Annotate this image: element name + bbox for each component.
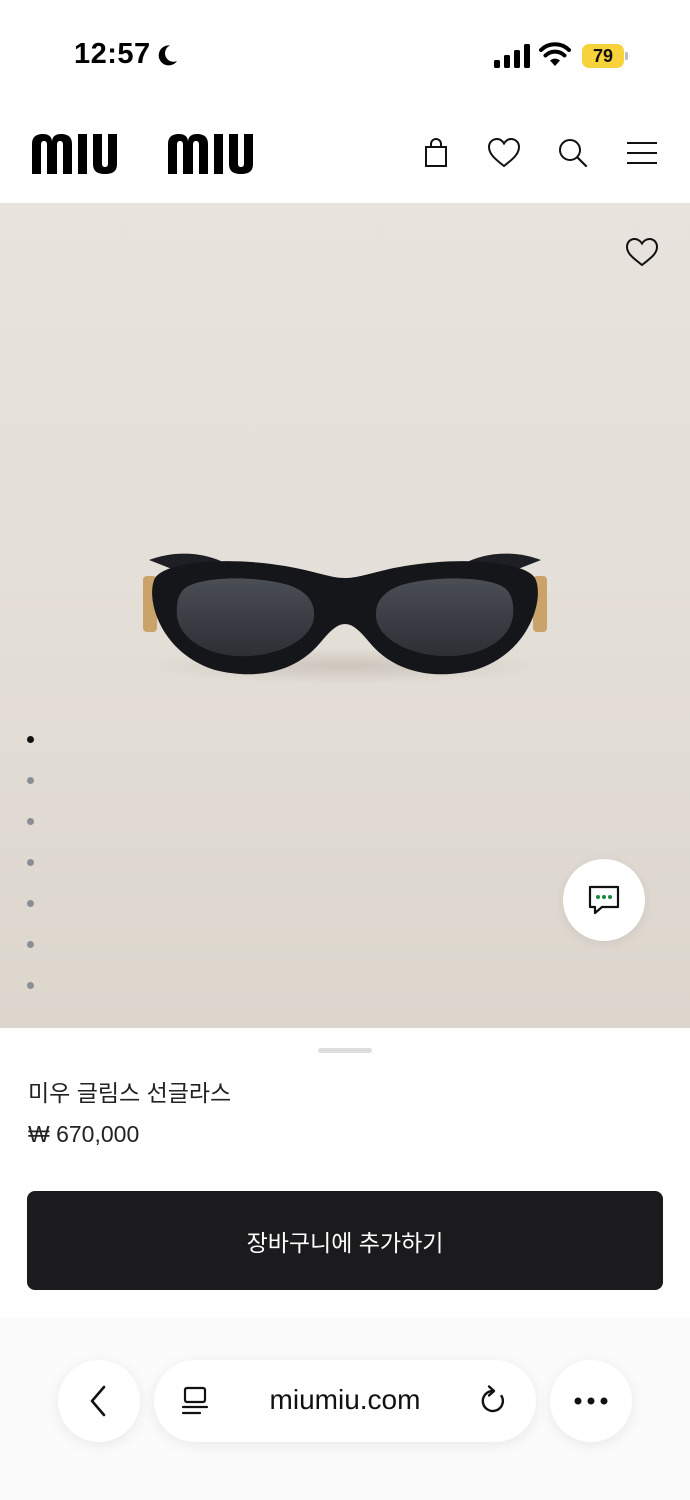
product-image-gallery[interactable] [0,203,690,1028]
more-options-button[interactable] [550,1360,632,1442]
gallery-pagination [26,736,38,1023]
moon-icon [158,45,177,66]
gallery-dot[interactable] [27,859,34,866]
chat-button[interactable] [563,859,645,941]
status-time: 12:57 [74,38,151,70]
sheet-drag-handle[interactable] [318,1048,372,1053]
product-name: 미우 글림스 선글라스 [28,1080,232,1106]
more-icon [574,1397,608,1405]
add-to-wishlist-heart-icon[interactable] [624,236,660,268]
chat-icon [588,885,620,915]
gallery-dot[interactable] [27,900,34,907]
back-button[interactable] [58,1360,140,1442]
gallery-dot[interactable] [27,777,34,784]
gallery-dot-active[interactable] [27,736,34,743]
gallery-dot[interactable] [27,818,34,825]
browser-toolbar: miumiu.com [0,1318,690,1500]
battery-level: 79 [592,46,614,66]
battery-cap [625,52,628,60]
wifi-icon [539,42,571,66]
reload-icon[interactable] [477,1384,509,1418]
miu-miu-logo[interactable] [30,132,286,176]
back-icon [90,1385,106,1417]
add-to-cart-button[interactable]: 장바구니에 추가하기 [27,1191,663,1290]
search-icon[interactable] [555,135,591,171]
gallery-dot[interactable] [27,941,34,948]
gallery-dot[interactable] [27,982,34,989]
product-price: ₩ 670,000 [28,1121,140,1147]
menu-icon[interactable] [624,135,660,171]
status-bar: 12:57 79 [0,0,690,100]
cellular-signal-icon [494,44,530,68]
wishlist-heart-icon[interactable] [486,135,522,171]
site-header [0,100,690,203]
shopping-bag-icon[interactable] [418,135,454,171]
sunglasses-product-image [143,553,547,684]
battery-indicator: 79 [582,44,628,68]
address-bar[interactable]: miumiu.com [154,1360,536,1442]
